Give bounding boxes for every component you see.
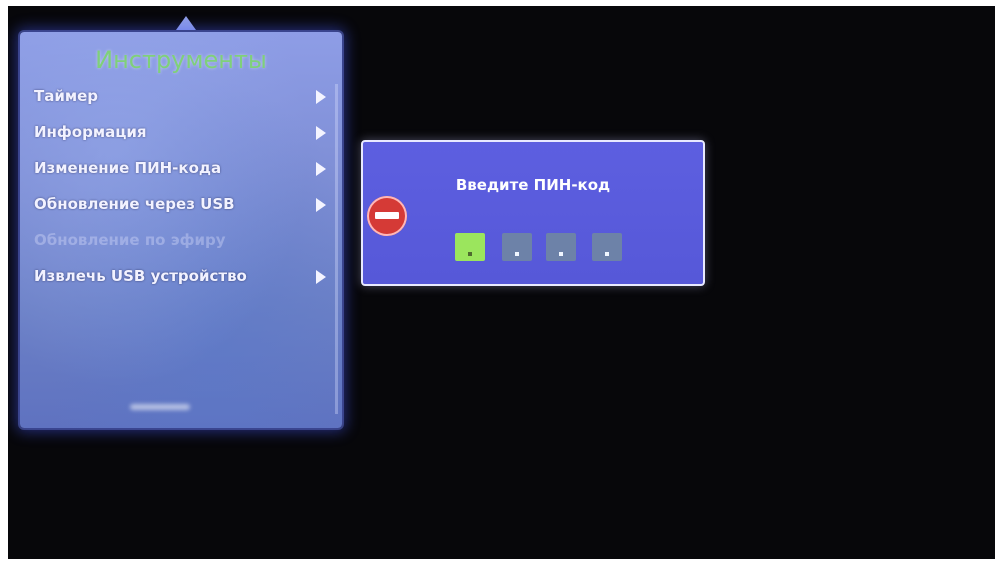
menu-item-label: Извлечь USB устройство <box>34 267 247 285</box>
menu-item-label: Обновление по эфиру <box>34 231 226 249</box>
menu-item-ota-update: Обновление по эфиру <box>34 228 334 254</box>
pin-digit-2[interactable] <box>502 233 532 261</box>
chevron-right-icon <box>316 90 326 104</box>
menu-title: Инструменты <box>95 46 267 74</box>
menu-item-information[interactable]: Информация <box>34 120 334 146</box>
chevron-right-icon <box>316 270 326 284</box>
pin-digit-1[interactable] <box>455 233 485 261</box>
pin-digit-dot <box>468 252 472 256</box>
menu-item-usb-update[interactable]: Обновление через USB <box>34 192 334 218</box>
pin-digit-dot <box>559 252 563 256</box>
menu-item-timer[interactable]: Таймер <box>34 84 334 110</box>
menu-item-label: Информация <box>34 123 147 141</box>
focus-glow <box>130 404 190 410</box>
chevron-right-icon <box>316 126 326 140</box>
pin-dialog: Введите ПИН-код <box>361 140 705 286</box>
no-entry-icon <box>367 196 407 236</box>
tv-screen: Инструменты Таймер Информация Изменение … <box>8 6 995 559</box>
menu-item-label: Таймер <box>34 87 99 105</box>
tools-menu: Инструменты Таймер Информация Изменение … <box>20 32 342 428</box>
chevron-right-icon <box>316 198 326 212</box>
menu-item-label: Обновление через USB <box>34 195 235 213</box>
pin-digit-dot <box>515 252 519 256</box>
chevron-right-icon <box>316 162 326 176</box>
menu-pointer-icon <box>176 16 196 30</box>
menu-scrollbar[interactable] <box>335 84 338 414</box>
pin-digit-4[interactable] <box>592 233 622 261</box>
menu-item-change-pin[interactable]: Изменение ПИН-кода <box>34 156 334 182</box>
pin-digit-dot <box>605 252 609 256</box>
menu-item-eject-usb[interactable]: Извлечь USB устройство <box>34 264 334 290</box>
pin-digit-3[interactable] <box>546 233 576 261</box>
menu-item-label: Изменение ПИН-кода <box>34 159 222 177</box>
pin-dialog-title: Введите ПИН-код <box>455 176 611 194</box>
